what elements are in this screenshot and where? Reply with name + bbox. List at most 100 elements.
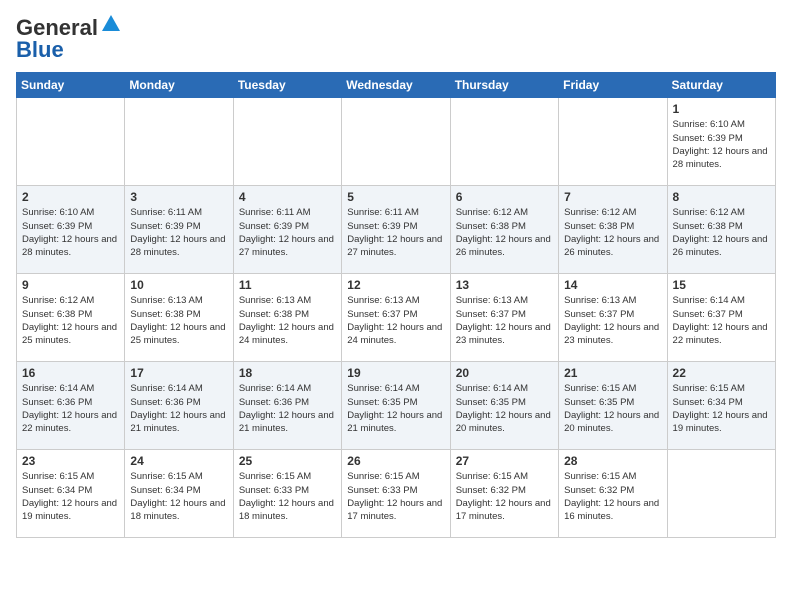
day-cell: 23Sunrise: 6:15 AM Sunset: 6:34 PM Dayli… [17, 450, 125, 538]
day-cell: 26 Sunrise: 6:15 AM Sunset: 6:33 PM Dayli… [342, 450, 450, 538]
day-number: 13 [456, 278, 553, 292]
day-number: 20 [456, 366, 553, 380]
weekday-header-sunday: Sunday [17, 73, 125, 98]
day-cell: 17 Sunrise: 6:14 AM Sunset: 6:36 PM Dayli… [125, 362, 233, 450]
day-number: 27 [456, 454, 553, 468]
day-info: Sunrise: 6:14 AM Sunset: 6:35 PM Dayligh… [456, 382, 553, 435]
day-info: Sunrise: 6:15 AM Sunset: 6:32 PM Dayligh… [564, 470, 661, 523]
day-info: Sunrise: 6:13 AM Sunset: 6:37 PM Dayligh… [564, 294, 661, 347]
day-cell [125, 98, 233, 186]
day-info: Sunrise: 6:11 AM Sunset: 6:39 PM Dayligh… [347, 206, 444, 259]
day-info: Sunrise: 6:11 AM Sunset: 6:39 PM Dayligh… [239, 206, 336, 259]
week-row-2: 9 Sunrise: 6:12 AM Sunset: 6:38 PM Daylig… [17, 274, 776, 362]
day-cell: 19 Sunrise: 6:14 AM Sunset: 6:35 PM Dayli… [342, 362, 450, 450]
day-info: Sunrise: 6:14 AM Sunset: 6:37 PM Dayligh… [673, 294, 770, 347]
day-cell: 1Sunrise: 6:10 AM Sunset: 6:39 PM Daylig… [667, 98, 775, 186]
logo-icon [100, 13, 122, 35]
day-number: 10 [130, 278, 227, 292]
day-info: Sunrise: 6:14 AM Sunset: 6:36 PM Dayligh… [239, 382, 336, 435]
day-cell: 21Sunrise: 6:15 AM Sunset: 6:35 PM Dayli… [559, 362, 667, 450]
day-info: Sunrise: 6:15 AM Sunset: 6:32 PM Dayligh… [456, 470, 553, 523]
weekday-header-saturday: Saturday [667, 73, 775, 98]
day-number: 28 [564, 454, 661, 468]
day-number: 14 [564, 278, 661, 292]
weekday-row: SundayMondayTuesdayWednesdayThursdayFrid… [17, 73, 776, 98]
day-cell: 22 Sunrise: 6:15 AM Sunset: 6:34 PM Dayli… [667, 362, 775, 450]
day-number: 19 [347, 366, 444, 380]
day-info: Sunrise: 6:14 AM Sunset: 6:36 PM Dayligh… [130, 382, 227, 435]
day-number: 24 [130, 454, 227, 468]
weekday-header-wednesday: Wednesday [342, 73, 450, 98]
day-cell [342, 98, 450, 186]
day-info: Sunrise: 6:13 AM Sunset: 6:38 PM Dayligh… [239, 294, 336, 347]
day-number: 8 [673, 190, 770, 204]
day-number: 3 [130, 190, 227, 204]
logo: General Blue [16, 16, 122, 62]
day-info: Sunrise: 6:11 AM Sunset: 6:39 PM Dayligh… [130, 206, 227, 259]
week-row-0: 1Sunrise: 6:10 AM Sunset: 6:39 PM Daylig… [17, 98, 776, 186]
day-info: Sunrise: 6:15 AM Sunset: 6:34 PM Dayligh… [22, 470, 119, 523]
day-cell: 14 Sunrise: 6:13 AM Sunset: 6:37 PM Dayli… [559, 274, 667, 362]
day-cell: 2 Sunrise: 6:10 AM Sunset: 6:39 PM Daylig… [17, 186, 125, 274]
day-info: Sunrise: 6:12 AM Sunset: 6:38 PM Dayligh… [673, 206, 770, 259]
day-cell: 3 Sunrise: 6:11 AM Sunset: 6:39 PM Daylig… [125, 186, 233, 274]
day-cell [17, 98, 125, 186]
week-row-4: 23Sunrise: 6:15 AM Sunset: 6:34 PM Dayli… [17, 450, 776, 538]
week-row-3: 16 Sunrise: 6:14 AM Sunset: 6:36 PM Dayli… [17, 362, 776, 450]
day-cell: 7 Sunrise: 6:12 AM Sunset: 6:38 PM Daylig… [559, 186, 667, 274]
day-info: Sunrise: 6:12 AM Sunset: 6:38 PM Dayligh… [564, 206, 661, 259]
day-cell [233, 98, 341, 186]
day-cell: 9 Sunrise: 6:12 AM Sunset: 6:38 PM Daylig… [17, 274, 125, 362]
day-cell: 11 Sunrise: 6:13 AM Sunset: 6:38 PM Dayli… [233, 274, 341, 362]
day-cell: 28 Sunrise: 6:15 AM Sunset: 6:32 PM Dayli… [559, 450, 667, 538]
day-cell: 24 Sunrise: 6:15 AM Sunset: 6:34 PM Dayli… [125, 450, 233, 538]
day-number: 25 [239, 454, 336, 468]
day-number: 4 [239, 190, 336, 204]
day-cell: 18 Sunrise: 6:14 AM Sunset: 6:36 PM Dayli… [233, 362, 341, 450]
weekday-header-friday: Friday [559, 73, 667, 98]
day-cell: 16 Sunrise: 6:14 AM Sunset: 6:36 PM Dayli… [17, 362, 125, 450]
day-number: 6 [456, 190, 553, 204]
day-info: Sunrise: 6:15 AM Sunset: 6:33 PM Dayligh… [239, 470, 336, 523]
day-info: Sunrise: 6:15 AM Sunset: 6:33 PM Dayligh… [347, 470, 444, 523]
day-cell [667, 450, 775, 538]
day-number: 16 [22, 366, 119, 380]
day-number: 2 [22, 190, 119, 204]
day-number: 21 [564, 366, 661, 380]
day-cell: 4 Sunrise: 6:11 AM Sunset: 6:39 PM Daylig… [233, 186, 341, 274]
day-number: 12 [347, 278, 444, 292]
day-info: Sunrise: 6:13 AM Sunset: 6:38 PM Dayligh… [130, 294, 227, 347]
day-cell: 25 Sunrise: 6:15 AM Sunset: 6:33 PM Dayli… [233, 450, 341, 538]
day-number: 22 [673, 366, 770, 380]
day-cell: 12 Sunrise: 6:13 AM Sunset: 6:37 PM Dayli… [342, 274, 450, 362]
logo-blue: Blue [16, 37, 64, 62]
day-number: 9 [22, 278, 119, 292]
day-cell: 5 Sunrise: 6:11 AM Sunset: 6:39 PM Daylig… [342, 186, 450, 274]
day-number: 7 [564, 190, 661, 204]
calendar-table: SundayMondayTuesdayWednesdayThursdayFrid… [16, 72, 776, 538]
week-row-1: 2 Sunrise: 6:10 AM Sunset: 6:39 PM Daylig… [17, 186, 776, 274]
day-cell: 6 Sunrise: 6:12 AM Sunset: 6:38 PM Daylig… [450, 186, 558, 274]
day-number: 17 [130, 366, 227, 380]
day-number: 5 [347, 190, 444, 204]
day-info: Sunrise: 6:13 AM Sunset: 6:37 PM Dayligh… [347, 294, 444, 347]
day-number: 26 [347, 454, 444, 468]
day-info: Sunrise: 6:14 AM Sunset: 6:35 PM Dayligh… [347, 382, 444, 435]
day-number: 18 [239, 366, 336, 380]
day-info: Sunrise: 6:15 AM Sunset: 6:34 PM Dayligh… [673, 382, 770, 435]
day-cell [559, 98, 667, 186]
day-cell: 13 Sunrise: 6:13 AM Sunset: 6:37 PM Dayli… [450, 274, 558, 362]
day-info: Sunrise: 6:12 AM Sunset: 6:38 PM Dayligh… [22, 294, 119, 347]
day-number: 1 [673, 102, 770, 116]
weekday-header-thursday: Thursday [450, 73, 558, 98]
day-info: Sunrise: 6:13 AM Sunset: 6:37 PM Dayligh… [456, 294, 553, 347]
day-number: 11 [239, 278, 336, 292]
day-info: Sunrise: 6:15 AM Sunset: 6:34 PM Dayligh… [130, 470, 227, 523]
day-info: Sunrise: 6:12 AM Sunset: 6:38 PM Dayligh… [456, 206, 553, 259]
day-info: Sunrise: 6:10 AM Sunset: 6:39 PM Dayligh… [22, 206, 119, 259]
day-cell: 10 Sunrise: 6:13 AM Sunset: 6:38 PM Dayli… [125, 274, 233, 362]
day-cell [450, 98, 558, 186]
day-info: Sunrise: 6:14 AM Sunset: 6:36 PM Dayligh… [22, 382, 119, 435]
day-cell: 20 Sunrise: 6:14 AM Sunset: 6:35 PM Dayli… [450, 362, 558, 450]
day-cell: 8 Sunrise: 6:12 AM Sunset: 6:38 PM Daylig… [667, 186, 775, 274]
